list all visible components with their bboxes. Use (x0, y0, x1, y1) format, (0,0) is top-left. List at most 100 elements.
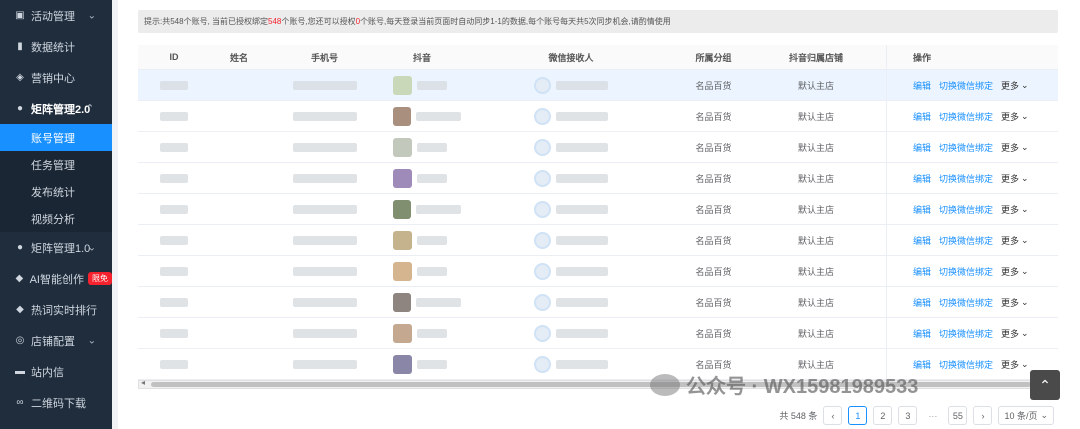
table-row[interactable]: 名品百货 默认主店 编辑 切换微信绑定 更多 ⌄ (138, 318, 1058, 349)
sidebar-subitem-account[interactable]: 账号管理 (0, 124, 112, 151)
cell-group: 名品百货 (695, 111, 732, 122)
redacted-text (160, 111, 188, 121)
table-row[interactable]: 名品百货 默认主店 编辑 切换微信绑定 更多 ⌄ (138, 287, 1058, 318)
table-row[interactable]: 名品百货 默认主店 编辑 切换微信绑定 更多 ⌄ (138, 349, 1058, 380)
page-1-button[interactable]: 1 (848, 406, 868, 425)
page-3-button[interactable]: 3 (898, 406, 918, 425)
cell-shop: 默认主店 (797, 297, 834, 308)
sidebar-item-hotwords[interactable]: ◆ 热词实时排行 (0, 294, 112, 325)
switch-wechat-button[interactable]: 切换微信绑定 (939, 141, 993, 154)
switch-wechat-button[interactable]: 切换微信绑定 (939, 172, 993, 185)
sidebar-item-matrix-1[interactable]: ● 矩阵管理1.0 ⌄ (0, 232, 112, 263)
page-ellipsis[interactable]: ··· (923, 406, 943, 425)
switch-wechat-button[interactable]: 切换微信绑定 (939, 265, 993, 278)
redacted-text (160, 142, 188, 152)
prev-page-button[interactable]: ‹ (823, 406, 843, 425)
edit-button[interactable]: 编辑 (913, 141, 931, 154)
table-row[interactable]: 名品百货 默认主店 编辑 切换微信绑定 更多 ⌄ (138, 194, 1058, 225)
cell-id (138, 163, 210, 193)
more-dropdown[interactable]: 更多 ⌄ (1001, 327, 1029, 340)
cell-wechat-receiver (461, 132, 681, 162)
avatar (393, 137, 412, 157)
redacted-text (415, 111, 461, 121)
sidebar-item-marketing[interactable]: ◈ 营销中心 (0, 62, 112, 93)
back-to-top-button[interactable]: ⌃ (1030, 370, 1060, 400)
chevron-down-icon: ⌄ (1021, 172, 1029, 183)
notice-text: 个账号,每天登录当前页面时自动同步1-1的数据,每个账号每天共5次同步机会,请酌… (360, 17, 671, 26)
more-dropdown[interactable]: 更多 ⌄ (1001, 265, 1029, 278)
edit-button[interactable]: 编辑 (913, 265, 931, 278)
switch-wechat-button[interactable]: 切换微信绑定 (939, 296, 993, 309)
sidebar-item-ai[interactable]: ◆ AI智能创作 限免 (0, 263, 112, 294)
edit-button[interactable]: 编辑 (913, 79, 931, 92)
more-dropdown[interactable]: 更多 ⌄ (1001, 234, 1029, 247)
table-row[interactable]: 名品百货 默认主店 编辑 切换微信绑定 更多 ⌄ (138, 70, 1058, 101)
more-dropdown[interactable]: 更多 ⌄ (1001, 358, 1029, 371)
switch-wechat-button[interactable]: 切换微信绑定 (939, 110, 993, 123)
edit-button[interactable]: 编辑 (913, 110, 931, 123)
edit-button[interactable]: 编辑 (913, 234, 931, 247)
next-page-button[interactable]: › (973, 406, 993, 425)
switch-wechat-button[interactable]: 切换微信绑定 (939, 358, 993, 371)
cell-douyin (381, 256, 461, 286)
sidebar-item-label: 站内信 (31, 366, 64, 379)
table-row[interactable]: 名品百货 默认主店 编辑 切换微信绑定 更多 ⌄ (138, 225, 1058, 256)
switch-wechat-button[interactable]: 切换微信绑定 (939, 203, 993, 216)
table-row[interactable]: 名品百货 默认主店 编辑 切换微信绑定 更多 ⌄ (138, 256, 1058, 287)
more-dropdown[interactable]: 更多 ⌄ (1001, 172, 1029, 185)
cell-actions: 编辑 切换微信绑定 更多 ⌄ (886, 163, 1058, 193)
switch-wechat-button[interactable]: 切换微信绑定 (939, 234, 993, 247)
edit-button[interactable]: 编辑 (913, 203, 931, 216)
cell-phone (268, 70, 381, 100)
sidebar-item-shop[interactable]: ◎ 店铺配置 ⌄ (0, 325, 112, 356)
redacted-text (417, 173, 447, 183)
edit-button[interactable]: 编辑 (913, 172, 931, 185)
table-header: ID 姓名 手机号 抖音 微信接收人 所属分组 抖音归属店铺 操作 (138, 45, 1058, 70)
page-55-button[interactable]: 55 (948, 406, 968, 425)
table-row[interactable]: 名品百货 默认主店 编辑 切换微信绑定 更多 ⌄ (138, 163, 1058, 194)
cell-phone (268, 287, 381, 317)
sidebar-item-qrcode[interactable]: ∞ 二维码下载 (0, 387, 112, 418)
edit-button[interactable]: 编辑 (913, 358, 931, 371)
more-dropdown[interactable]: 更多 ⌄ (1001, 79, 1029, 92)
switch-wechat-button[interactable]: 切换微信绑定 (939, 79, 993, 92)
cell-actions: 编辑 切换微信绑定 更多 ⌄ (886, 318, 1058, 348)
page-size-select[interactable]: 10 条/页 ⌄ (998, 406, 1054, 425)
redacted-text (556, 80, 608, 90)
more-dropdown[interactable]: 更多 ⌄ (1001, 141, 1029, 154)
table-row[interactable]: 名品百货 默认主店 编辑 切换微信绑定 更多 ⌄ (138, 101, 1058, 132)
chevron-down-icon: ⌄ (1021, 79, 1029, 90)
scroll-left-icon[interactable]: ◂ (141, 378, 145, 387)
horizontal-scrollbar[interactable]: ◂ (138, 378, 1058, 389)
edit-button[interactable]: 编辑 (913, 296, 931, 309)
notice-banner: 提示:共548个账号, 当前已授权绑定548个账号,您还可以授权0个账号,每天登… (138, 10, 1058, 33)
page-size-value: 10 条/页 (1004, 411, 1038, 421)
chevron-down-icon: ⌄ (1021, 265, 1029, 276)
more-dropdown[interactable]: 更多 ⌄ (1001, 296, 1029, 309)
sidebar-item-activity[interactable]: ▣ 活动管理 ⌄ (0, 0, 112, 31)
sidebar-item-stats[interactable]: ▮ 数据统计 (0, 31, 112, 62)
redacted-text (292, 173, 357, 183)
avatar (393, 168, 412, 188)
table-row[interactable]: 名品百货 默认主店 编辑 切换微信绑定 更多 ⌄ (138, 132, 1058, 163)
chevron-down-icon: ⌄ (87, 10, 96, 21)
chevron-down-icon: ⌄ (1021, 141, 1029, 152)
more-dropdown[interactable]: 更多 ⌄ (1001, 203, 1029, 216)
sidebar-item-label: AI智能创作 (29, 273, 84, 286)
sidebar-item-messages[interactable]: ▬ 站内信 (0, 356, 112, 387)
main-content: 提示:共548个账号, 当前已授权绑定548个账号,您还可以授权0个账号,每天登… (118, 0, 1080, 429)
sidebar-subitem-video[interactable]: 视频分析 (0, 205, 112, 232)
redacted-text (292, 266, 357, 276)
edit-button[interactable]: 编辑 (913, 327, 931, 340)
avatar (393, 354, 412, 374)
page-2-button[interactable]: 2 (873, 406, 893, 425)
sidebar-item-matrix-2[interactable]: ● 矩阵管理2.0 ⌃ (0, 93, 112, 124)
cell-shop: 默认主店 (797, 80, 834, 91)
redacted-text (160, 266, 188, 276)
chevron-down-icon: ⌄ (1021, 203, 1029, 214)
more-dropdown[interactable]: 更多 ⌄ (1001, 110, 1029, 123)
sidebar-subitem-publish[interactable]: 发布统计 (0, 178, 112, 205)
sidebar-subitem-task[interactable]: 任务管理 (0, 151, 112, 178)
switch-wechat-button[interactable]: 切换微信绑定 (939, 327, 993, 340)
cell-phone (268, 101, 381, 131)
